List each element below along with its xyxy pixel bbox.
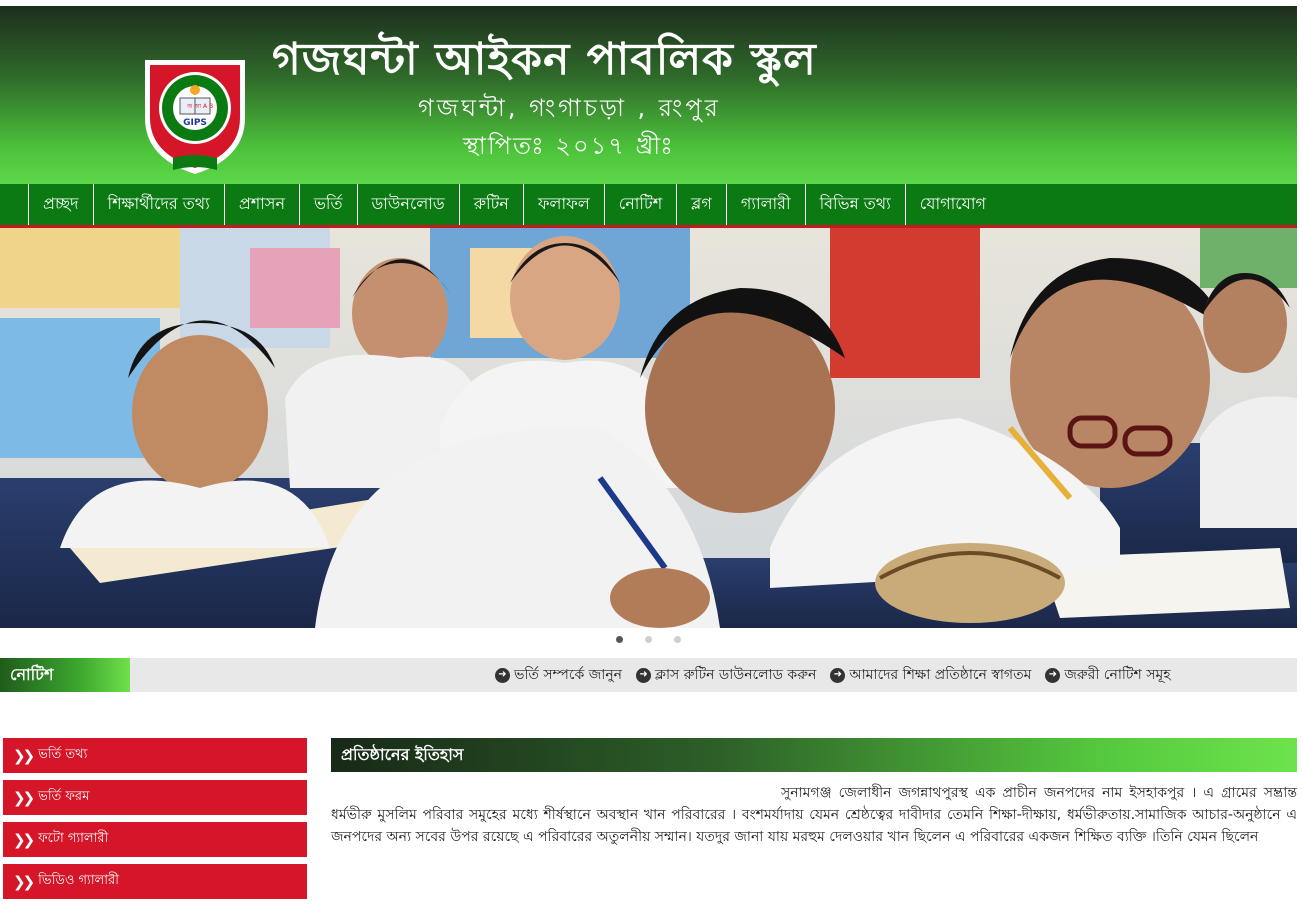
double-chevron-right-icon: ❯❯ (13, 872, 35, 891)
nav-item-admission[interactable]: ভর্তি (299, 184, 357, 225)
sidebar-item-label: ভর্তি তথ্য (38, 747, 88, 762)
nav-item-download[interactable]: ডাউনলোড (356, 184, 459, 225)
sidebar: ❯❯ ভর্তি তথ্য ❯❯ ভর্তি ফরম ❯❯ ফটো গ্যালা… (3, 738, 307, 906)
site-header: অ আ A B GIPS গজঘন্টা আইকন পাবলিক স্কুল গ… (0, 6, 1297, 184)
school-address: গজঘন্টা, গংগাচড়া , রংপুর (418, 94, 721, 122)
arrow-right-circle-icon: ➜ (830, 667, 846, 683)
sidebar-item-video-gallery[interactable]: ❯❯ ভিডিও গ্যালারী (3, 864, 307, 899)
nav-item-administration[interactable]: প্রশাসন (223, 184, 299, 225)
main-navigation: প্রচ্ছদ শিক্ষার্থীদের তথ্য প্রশাসন ভর্তি… (0, 184, 1297, 228)
page: অ আ A B GIPS গজঘন্টা আইকন পাবলিক স্কুল গ… (0, 0, 1303, 923)
nav-item-notice[interactable]: নোটিশ (603, 184, 676, 225)
school-logo[interactable]: অ আ A B GIPS (135, 48, 255, 178)
nav-item-routine[interactable]: রুটিন (458, 184, 523, 225)
nav-item-home[interactable]: প্রচ্ছদ (28, 184, 93, 225)
nav-item-blog[interactable]: ব্লগ (676, 184, 726, 225)
sidebar-item-admission-info[interactable]: ❯❯ ভর্তি তথ্য (3, 738, 307, 773)
notice-item-label: ভর্তি সম্পর্কে জানুন (514, 667, 623, 683)
notice-label: নোটিশ (0, 658, 130, 692)
hero-slider-image[interactable] (0, 228, 1297, 628)
logo-abbreviation: GIPS (183, 118, 207, 128)
double-chevron-right-icon: ❯❯ (13, 746, 35, 765)
sidebar-item-label: ভর্তি ফরম (38, 789, 90, 804)
history-text: সুনামগঞ্জ জেলাধীন জগন্নাথপুরস্থ এক প্রাচ… (331, 785, 1297, 845)
notice-item-label: জরুরী নোটিশ সমূহ (1064, 667, 1171, 683)
sidebar-item-label: ফটো গ্যালারী (38, 831, 109, 846)
notice-item-routine-download[interactable]: ➜ ক্লাস রুটিন ডাউনলোড করুন (636, 663, 816, 687)
nav-item-result[interactable]: ফলাফল (522, 184, 604, 225)
school-logo-emblem-icon: অ আ A B GIPS (145, 60, 245, 174)
logo-letter-1: অ আ A B (186, 103, 213, 110)
slider-pagination (0, 636, 1297, 650)
double-chevron-right-icon: ❯❯ (13, 830, 35, 849)
arrow-right-circle-icon: ➜ (636, 667, 652, 683)
sidebar-item-label: ভিডিও গ্যালারী (38, 873, 119, 888)
history-heading: প্রতিষ্ঠানের ইতিহাস (331, 738, 1297, 772)
nav-item-student-info[interactable]: শিক্ষার্থীদের তথ্য (92, 184, 224, 225)
notice-item-urgent[interactable]: ➜ জরুরী নোটিশ সমূহ (1045, 663, 1171, 687)
notice-bar: নোটিশ ➜ ভর্তি সম্পর্কে জানুন ➜ ক্লাস রুট… (0, 658, 1297, 692)
notice-item-admission[interactable]: ➜ ভর্তি সম্পর্কে জানুন (495, 663, 622, 687)
school-established: স্থাপিতঃ ২০১৭ খ্রীঃ (463, 132, 675, 160)
arrow-right-circle-icon: ➜ (1045, 667, 1061, 683)
school-name: গজঘন্টা আইকন পাবলিক স্কুল (272, 34, 817, 85)
sidebar-item-admission-form[interactable]: ❯❯ ভর্তি ফরম (3, 780, 307, 815)
nav-item-contact[interactable]: যোগাযোগ (904, 184, 1000, 225)
slider-dot-1[interactable] (616, 636, 623, 643)
double-chevron-right-icon: ❯❯ (13, 788, 35, 807)
notice-item-welcome[interactable]: ➜ আমাদের শিক্ষা প্রতিষ্ঠানে স্বাগতম (830, 663, 1031, 687)
slider-dot-2[interactable] (645, 636, 652, 643)
arrow-right-circle-icon: ➜ (495, 667, 510, 683)
notice-item-label: আমাদের শিক্ষা প্রতিষ্ঠানে স্বাগতম (849, 667, 1032, 683)
sidebar-item-photo-gallery[interactable]: ❯❯ ফটো গ্যালারী (3, 822, 307, 857)
nav-item-gallery[interactable]: গ্যালারী (725, 184, 805, 225)
classroom-photo (0, 228, 1297, 628)
notice-item-label: ক্লাস রুটিন ডাউনলোড করুন (655, 667, 817, 683)
nav-item-misc-info[interactable]: বিভিন্ন তথ্য (804, 184, 905, 225)
slider-dot-3[interactable] (674, 636, 681, 643)
notice-ticker: ➜ ভর্তি সম্পর্কে জানুন ➜ ক্লাস রুটিন ডাউ… (495, 658, 1171, 692)
